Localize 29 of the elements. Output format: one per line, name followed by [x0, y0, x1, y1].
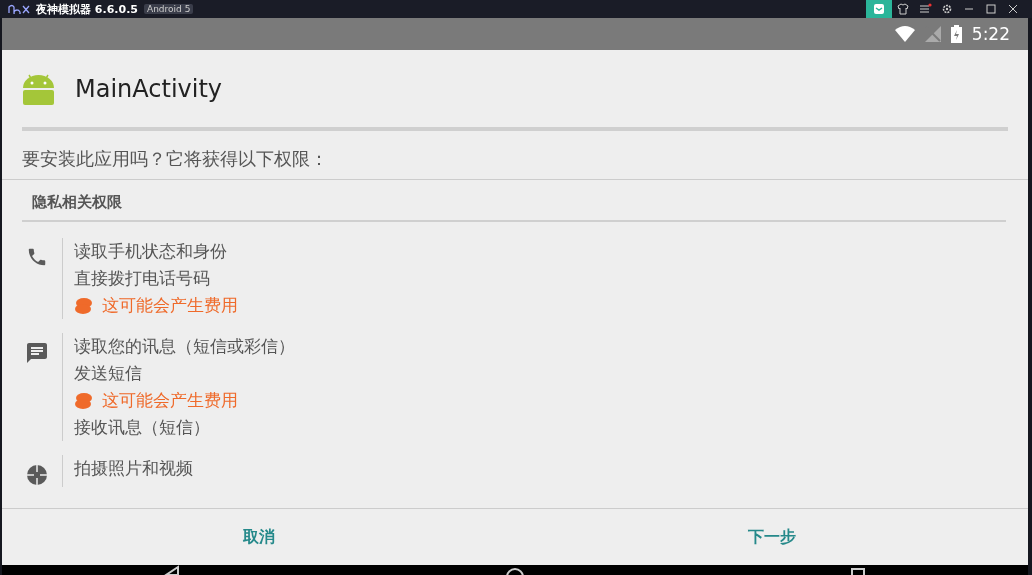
android-icon [22, 72, 55, 105]
install-prompt: 要安装此应用吗？它将获得以下权限： [2, 131, 1028, 180]
recents-icon[interactable] [849, 565, 866, 575]
coin-icon [74, 296, 93, 315]
phone-icon [26, 246, 48, 268]
home-icon[interactable] [505, 565, 525, 575]
battery-charging-icon [950, 25, 962, 43]
wifi-icon [894, 26, 915, 42]
app-name: MainActivity [75, 74, 223, 103]
permission-text: 发送短信 [74, 362, 143, 385]
section-header: 隐私相关权限 [22, 180, 1006, 222]
cost-warning: 这可能会产生费用 [102, 389, 238, 412]
logo-icon [8, 4, 30, 14]
cost-warning: 这可能会产生费用 [102, 294, 238, 317]
message-icon [25, 341, 49, 365]
permission-text: 拍摄照片和视频 [74, 457, 193, 480]
dialog-button[interactable]: 取消 [2, 509, 515, 565]
clock-time: 5:22 [971, 24, 1010, 44]
permission-text: 读取手机状态和身份 [74, 240, 228, 263]
permission-text: 直接拨打电话号码 [74, 267, 211, 290]
camera-icon [25, 463, 49, 487]
window-title: 夜神模拟器 6.6.0.5 [36, 1, 138, 17]
dialog-button[interactable]: 下一步 [515, 509, 1028, 565]
permission-text: 读取您的讯息（短信或彩信） [74, 335, 295, 358]
no-signal-icon [924, 26, 941, 42]
coin-icon [74, 391, 93, 410]
permission-text: 接收讯息（短信） [74, 416, 211, 439]
version-label: Android 5 [144, 4, 194, 14]
back-icon[interactable] [164, 565, 181, 575]
